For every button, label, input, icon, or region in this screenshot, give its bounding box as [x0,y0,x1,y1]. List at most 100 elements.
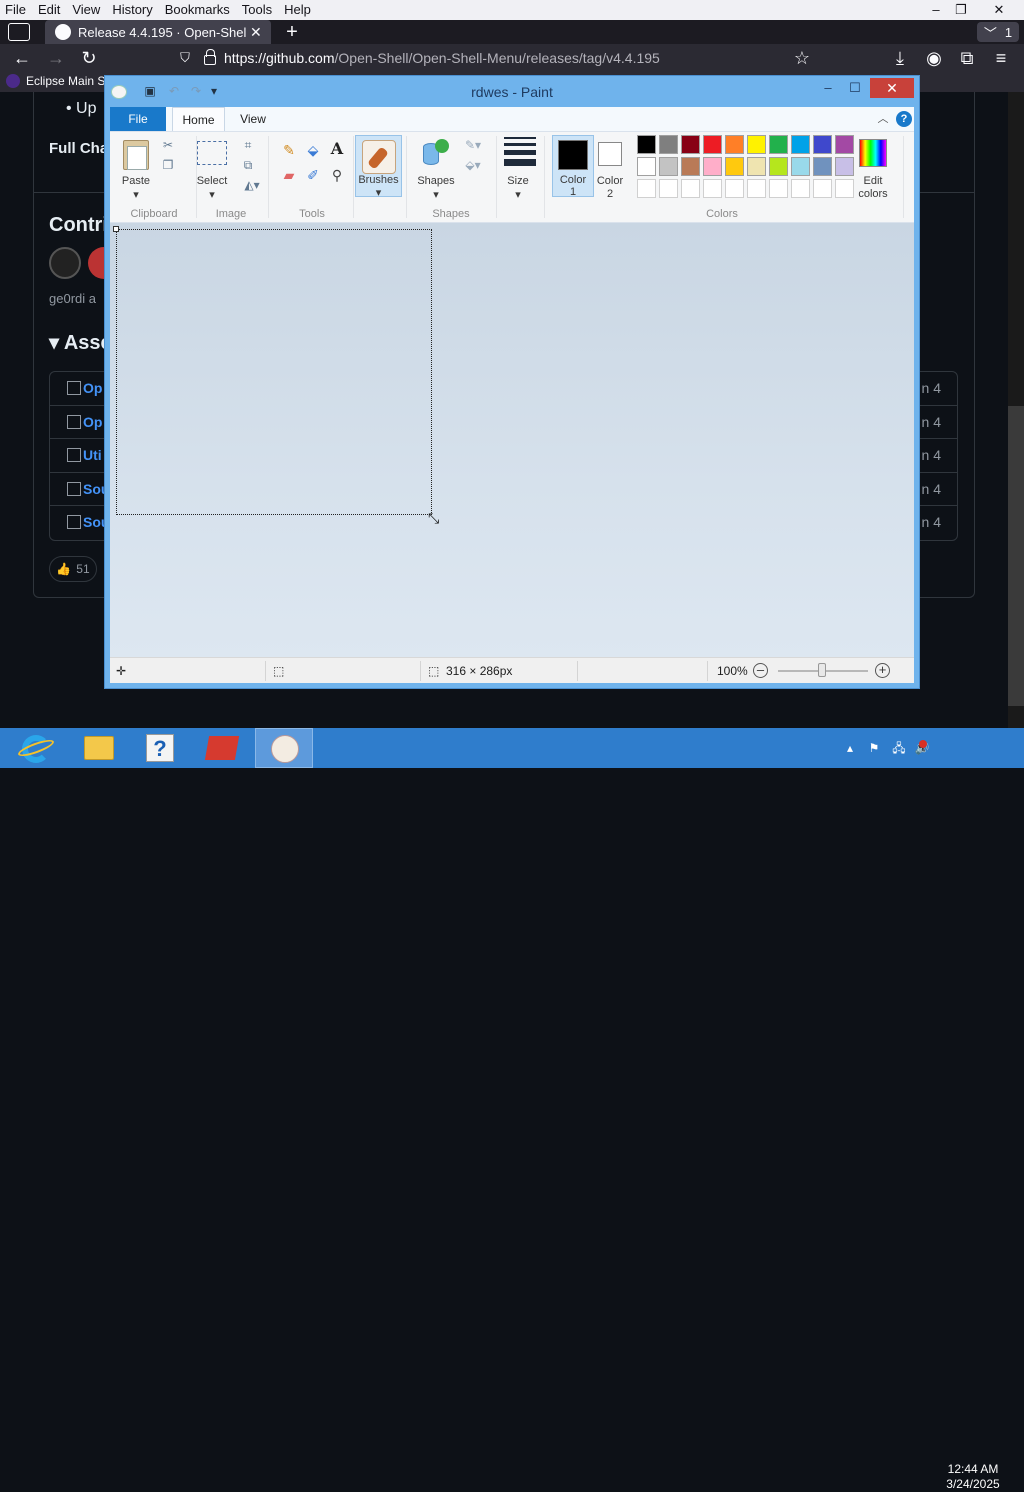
help-icon[interactable]: ? [896,111,912,127]
new-tab-button[interactable]: + [282,22,302,42]
menu-help[interactable]: Help [278,0,317,20]
menu-edit[interactable]: Edit [32,0,66,20]
palette-swatch[interactable] [681,135,700,154]
lock-icon[interactable] [204,49,216,65]
palette-swatch[interactable] [637,157,656,176]
account-icon[interactable]: ◉ [922,46,946,70]
select-button[interactable]: Select [192,175,232,187]
palette-swatch[interactable] [747,179,766,198]
zoom-in-button[interactable]: + [875,663,890,678]
palette-swatch[interactable] [703,157,722,176]
shapes-icon[interactable] [421,137,451,167]
fill-icon[interactable]: ⬙ [304,141,322,159]
asset-name[interactable]: Uti [83,447,102,463]
edit-colors-icon[interactable] [859,139,887,167]
text-icon[interactable]: A [328,140,346,158]
forward-button[interactable]: → [44,46,68,70]
taskbar-help[interactable]: ? [131,728,189,768]
minimize-ribbon-icon[interactable]: ︿ [876,107,890,131]
palette-swatch[interactable] [747,157,766,176]
palette-swatch[interactable] [835,157,854,176]
palette-swatch[interactable] [835,135,854,154]
internet-explorer-icon[interactable] [16,731,56,765]
menu-tools[interactable]: Tools [236,0,278,20]
palette-swatch[interactable] [725,157,744,176]
page-scrollbar-thumb[interactable] [1008,406,1024,706]
crop-icon[interactable]: ⌗ [241,138,255,152]
palette-swatch[interactable] [637,179,656,198]
resize-icon[interactable]: ⧉ [241,158,255,172]
app-menu-icon[interactable]: ≡ [989,46,1013,70]
palette-swatch[interactable] [681,179,700,198]
rotate-icon[interactable]: ◭▾ [241,178,263,192]
network-icon[interactable]: 🖧 [891,740,907,756]
palette-swatch[interactable] [703,179,722,198]
tab-close-icon[interactable]: ✕ [250,24,262,41]
taskbar-file-explorer[interactable] [70,728,128,768]
palette-swatch[interactable] [703,135,722,154]
bookmark-eclipse[interactable]: Eclipse Main S [6,74,105,88]
palette-swatch[interactable] [659,157,678,176]
tracking-protection-icon[interactable]: ⛉ [176,50,194,66]
palette-swatch[interactable] [747,135,766,154]
assets-heading[interactable]: ▾ Asse [49,330,112,355]
close-window-button[interactable]: ✕ [982,0,1016,20]
zoom-slider-thumb[interactable] [818,663,826,677]
extensions-icon[interactable]: ⧉ [955,46,979,70]
palette-swatch[interactable] [769,179,788,198]
action-center-flag-icon[interactable]: ⚑ [866,740,882,756]
zoom-out-button[interactable]: – [753,663,768,678]
palette-swatch[interactable] [813,135,832,154]
back-button[interactable]: ← [10,46,34,70]
paste-button[interactable]: Paste [115,175,157,187]
tab-list-icon[interactable] [8,23,30,41]
shapes-button[interactable]: Shapes [413,175,459,187]
tab-view[interactable]: View [230,107,276,131]
palette-swatch[interactable] [725,135,744,154]
shapes-dropdown-icon[interactable]: ▾ [413,188,459,201]
taskbar-paint[interactable] [255,728,313,768]
paint-title-bar[interactable]: ▣ ↶ ↷ ▾ rdwes - Paint [105,76,919,108]
paint-minimize-button[interactable]: – [815,78,841,98]
canvas-area[interactable]: ⤡ [110,223,914,657]
outline-icon[interactable]: ✎▾ [462,138,484,152]
bookmark-star-icon[interactable]: ☆ [794,46,810,70]
color2-number[interactable]: 2 [594,188,626,200]
palette-swatch[interactable] [769,157,788,176]
url-bar[interactable]: ⛉ https://github.com/Open-Shell/Open-She… [176,46,824,70]
menu-file[interactable]: File [0,0,32,20]
eraser-icon[interactable]: ▰ [280,166,298,184]
palette-swatch[interactable] [659,135,678,154]
fill-shape-icon[interactable]: ⬙▾ [462,158,484,172]
paint-close-button[interactable]: ✕ [870,78,914,98]
color1-button[interactable]: Color 1 [552,135,594,198]
palette-swatch[interactable] [791,135,810,154]
palette-swatch[interactable] [791,157,810,176]
color2-label[interactable]: Color [594,175,626,187]
tab-release[interactable]: Release 4.4.195 · Open-Shell/Op ✕ [45,20,271,44]
file-menu-tab[interactable]: File [110,107,166,131]
menu-history[interactable]: History [106,0,158,20]
menu-view[interactable]: View [66,0,106,20]
restore-button[interactable]: ❐ [944,0,978,20]
pencil-icon[interactable]: ✎ [280,141,298,159]
reaction-button[interactable]: 👍 51 [49,556,97,582]
size-dropdown-icon[interactable]: ▾ [498,188,538,201]
palette-swatch[interactable] [791,179,810,198]
paint-maximize-button[interactable]: ☐ [842,78,868,98]
edit-colors-label-2[interactable]: colors [849,188,897,200]
reload-button[interactable]: ↻ [77,46,101,70]
palette-swatch[interactable] [681,157,700,176]
move-handle[interactable] [113,226,119,232]
asset-name[interactable]: Op [83,414,102,430]
brushes-button[interactable]: Brushes ▾ [355,135,402,199]
asset-name[interactable]: Op [83,380,102,396]
paste-dropdown-icon[interactable]: ▾ [115,188,157,201]
palette-swatch[interactable] [659,179,678,198]
full-changelog-label[interactable]: Full Cha [49,140,108,157]
avatar[interactable] [49,247,81,279]
canvas-selection[interactable] [116,229,432,515]
select-dropdown-icon[interactable]: ▾ [192,188,232,201]
size-button[interactable]: Size [498,175,538,187]
palette-swatch[interactable] [769,135,788,154]
